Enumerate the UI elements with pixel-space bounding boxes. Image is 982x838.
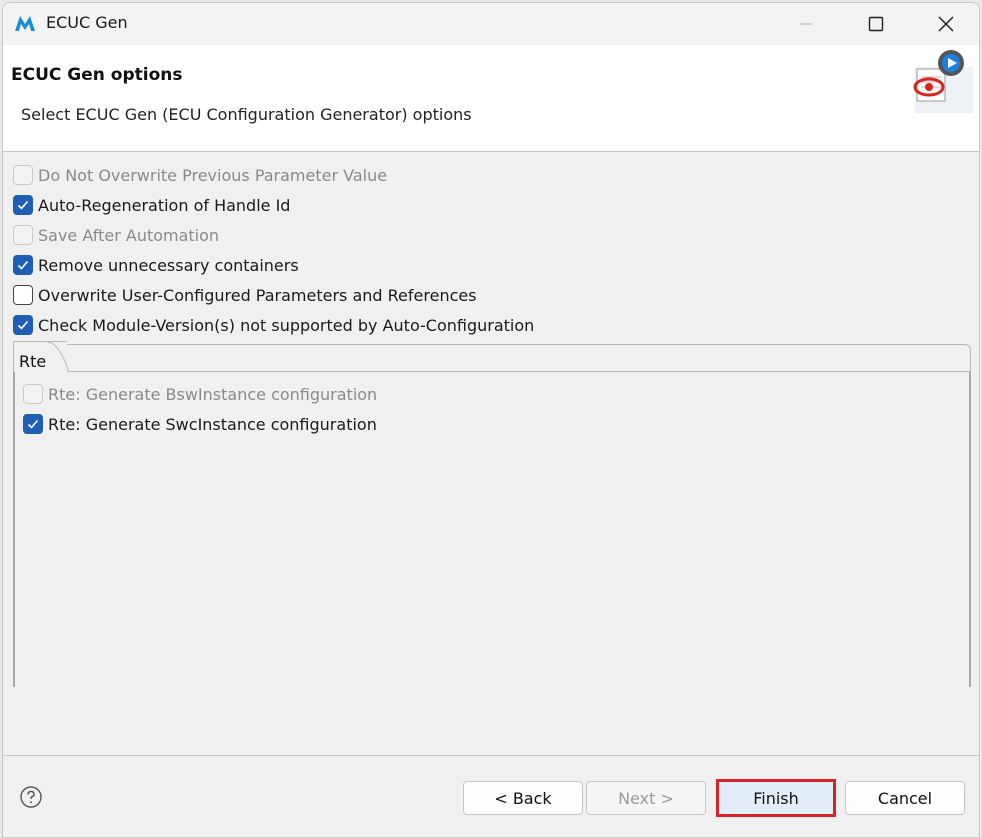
back-button[interactable]: < Back xyxy=(463,781,583,815)
tab-label: Rte xyxy=(19,352,47,371)
tab-content-rte: Rte: Generate BswInstance configuration … xyxy=(13,372,971,687)
maximize-button[interactable] xyxy=(841,3,911,45)
option-save-after-automation: Save After Automation xyxy=(13,223,219,247)
maximize-icon xyxy=(868,16,884,32)
checkbox-save-after-automation xyxy=(13,225,33,245)
finish-button[interactable]: Finish xyxy=(716,779,836,817)
checkmark-icon xyxy=(27,419,39,429)
close-icon xyxy=(938,16,954,32)
checkmark-icon xyxy=(17,200,29,210)
checkbox-rte-swc-instance[interactable] xyxy=(23,414,43,434)
option-rte-bsw-instance: Rte: Generate BswInstance configuration xyxy=(23,382,377,406)
option-label: Remove unnecessary containers xyxy=(38,255,299,275)
option-auto-regeneration[interactable]: Auto-Regeneration of Handle Id xyxy=(13,193,290,217)
option-label: Rte: Generate SwcInstance configuration xyxy=(48,414,377,434)
option-rte-swc-instance[interactable]: Rte: Generate SwcInstance configuration xyxy=(23,412,377,436)
header-separator xyxy=(3,151,979,152)
close-button[interactable] xyxy=(911,3,979,45)
page-description: Select ECUC Gen (ECU Configuration Gener… xyxy=(21,105,472,124)
checkbox-overwrite-user-configured[interactable] xyxy=(13,285,33,305)
tab-strip-border xyxy=(67,344,971,372)
checkbox-check-module-version[interactable] xyxy=(13,315,33,335)
option-label: Overwrite User-Configured Parameters and… xyxy=(38,285,477,305)
option-check-module-version[interactable]: Check Module-Version(s) not supported by… xyxy=(13,313,534,337)
option-overwrite-user-configured[interactable]: Overwrite User-Configured Parameters and… xyxy=(13,283,477,307)
option-label: Check Module-Version(s) not supported by… xyxy=(38,315,535,335)
wizard-header: ECUC Gen options Select ECUC Gen (ECU Co… xyxy=(3,45,979,151)
cancel-button[interactable]: Cancel xyxy=(845,781,965,815)
tab-folder: Rte Rte: Generate BswInstance configurat… xyxy=(13,341,971,687)
option-label: Rte: Generate BswInstance configuration xyxy=(48,384,378,404)
help-icon[interactable] xyxy=(19,785,43,809)
tab-curve xyxy=(47,341,70,373)
option-remove-unnecessary[interactable]: Remove unnecessary containers xyxy=(13,253,299,277)
checkbox-auto-regeneration[interactable] xyxy=(13,195,33,215)
minimize-icon xyxy=(800,23,812,25)
option-do-not-overwrite: Do Not Overwrite Previous Parameter Valu… xyxy=(13,163,387,187)
next-button[interactable]: Next > xyxy=(586,781,706,815)
window-title: ECUC Gen xyxy=(46,13,128,32)
wizard-banner-icon xyxy=(913,50,973,113)
checkmark-icon xyxy=(17,260,29,270)
option-label: Do Not Overwrite Previous Parameter Valu… xyxy=(38,165,388,185)
title-bar[interactable]: ECUC Gen xyxy=(3,3,979,45)
checkbox-rte-bsw-instance xyxy=(23,384,43,404)
checkbox-remove-unnecessary[interactable] xyxy=(13,255,33,275)
dialog-window: ECUC Gen ECUC Gen options Select ECUC Ge… xyxy=(2,2,980,838)
checkbox-do-not-overwrite xyxy=(13,165,33,185)
option-label: Save After Automation xyxy=(38,225,220,245)
page-title: ECUC Gen options xyxy=(11,65,183,85)
app-logo-icon xyxy=(15,16,35,31)
option-label: Auto-Regeneration of Handle Id xyxy=(38,195,291,215)
checkmark-icon xyxy=(17,320,29,330)
minimize-button[interactable] xyxy=(771,3,841,45)
footer-separator xyxy=(3,755,979,756)
